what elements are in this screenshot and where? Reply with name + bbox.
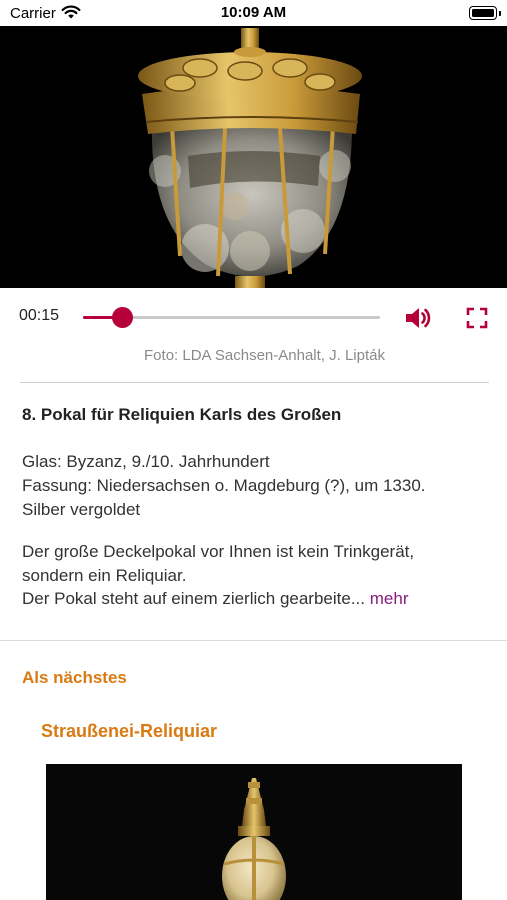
more-link[interactable]: mehr [370,589,409,608]
exhibit-meta: Glas: Byzanz, 9./10. Jahrhundert Fassung… [22,450,426,522]
next-item-image[interactable] [46,764,462,900]
next-section-heading: Als nächstes [22,668,127,687]
divider [20,382,489,383]
exhibit-description: Der große Deckelpokal vor Ihnen ist kein… [22,540,492,611]
next-item-title[interactable]: Straußenei-Reliquiar [41,721,217,742]
divider [0,640,507,641]
photo-credit: Foto: LDA Sachsen-Anhalt, J. Lipták [144,347,385,364]
description-line-last: Der Pokal steht auf einem zierlich gearb… [22,587,492,611]
clock: 10:09 AM [220,4,287,21]
ostrich-egg-reliquary-image [46,764,462,900]
meta-line: Silber vergoldet [22,500,141,519]
status-bar: Carrier 10:09 AM [0,0,507,26]
meta-line: Glas: Byzanz, 9./10. Jahrhundert [22,452,270,471]
meta-line: Fassung: Niedersachsen o. Magdeburg (?),… [22,476,426,495]
description-line: sondern ein Reliquiar. [22,565,187,585]
elapsed-time: 00:15 [19,307,60,324]
battery-icon [469,6,501,20]
exhibit-title: 8. Pokal für Reliquien Karls des Großen [22,405,342,424]
player-controls: 00:15 [0,288,507,346]
progress-thumb[interactable] [111,307,133,328]
description-line: Der Pokal steht auf einem zierlich gearb… [22,589,366,608]
volume-icon[interactable] [404,305,432,331]
description-line: Der große Deckelpokal vor Ihnen ist kein… [22,542,415,561]
video-player[interactable] [0,26,507,288]
fullscreen-icon[interactable] [466,307,488,329]
video-frame-goblet-image [0,26,507,288]
